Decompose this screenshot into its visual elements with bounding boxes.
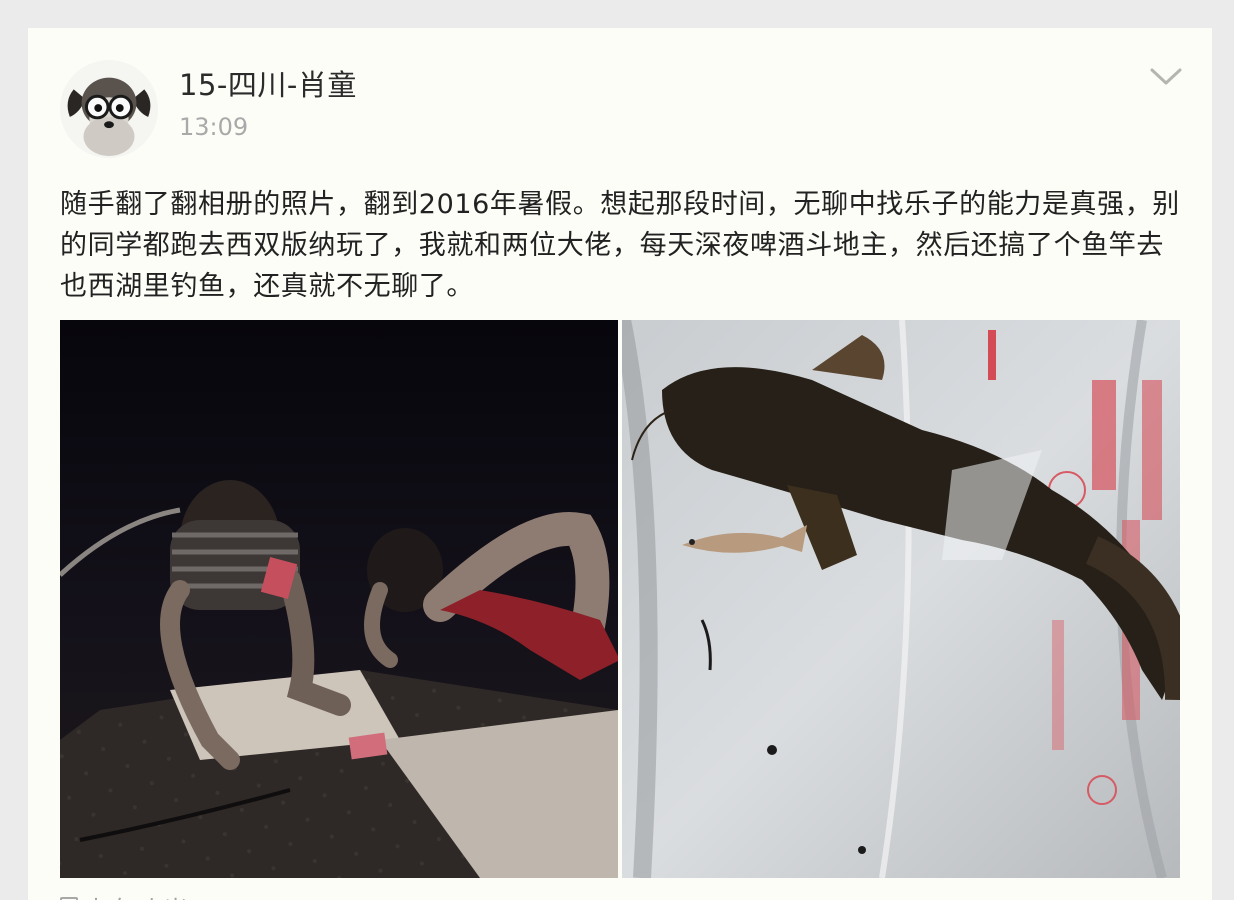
post-source: 来自 小米MIX 2S — [60, 890, 270, 900]
chevron-down-icon[interactable] — [1148, 64, 1184, 88]
user-avatar[interactable] — [60, 60, 158, 158]
post-time: 13:09 — [179, 113, 249, 141]
photo-fish[interactable] — [622, 320, 1180, 878]
post-card: 15-四川-肖童 13:09 随手翻了翻相册的照片，翻到2016年暑假。想起那段… — [28, 28, 1212, 900]
source-text: 来自 小米MIX 2S — [84, 890, 270, 900]
dog-avatar-image — [60, 60, 158, 158]
photo-card-game[interactable] — [60, 320, 618, 878]
post-text: 随手翻了翻相册的照片，翻到2016年暑假。想起那段时间，无聊中找乐子的能力是真强… — [60, 189, 1180, 302]
author-name[interactable]: 15-四川-肖童 — [179, 62, 357, 104]
phone-icon — [60, 896, 78, 900]
